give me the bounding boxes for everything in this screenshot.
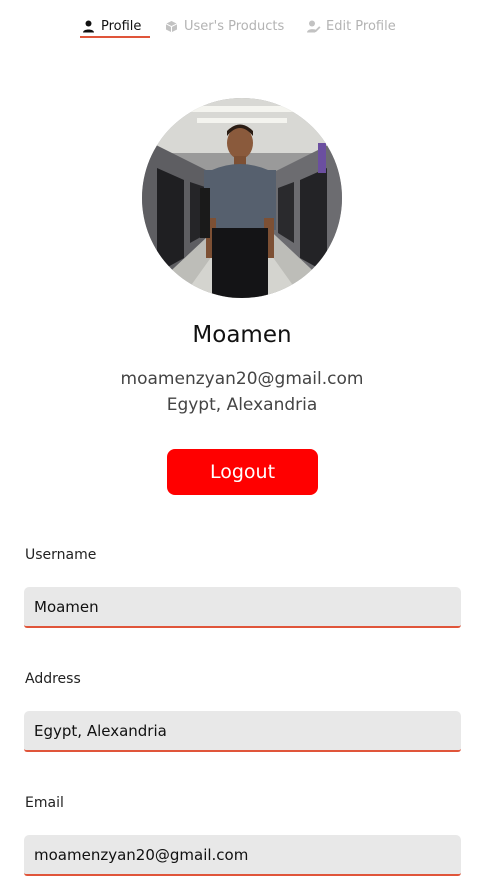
profile-email: moamenzyan20@gmail.com xyxy=(120,369,364,389)
logout-button[interactable]: Logout xyxy=(167,449,318,495)
tab-users-products[interactable]: User's Products xyxy=(165,14,290,38)
tab-users-products-label: User's Products xyxy=(184,18,285,34)
tab-edit-profile[interactable]: Edit Profile xyxy=(307,14,407,38)
profile-name: Moamen xyxy=(192,322,292,348)
user-edit-icon xyxy=(307,20,321,33)
box-icon xyxy=(165,20,178,33)
active-tab-indicator xyxy=(80,36,150,38)
profile-tabs: Profile User's Products Edit Profile xyxy=(0,14,479,40)
address-field[interactable] xyxy=(24,711,461,752)
email-field[interactable] xyxy=(24,835,461,876)
tab-profile[interactable]: Profile xyxy=(82,14,150,38)
username-label: Username xyxy=(25,547,97,563)
tab-edit-profile-label: Edit Profile xyxy=(326,18,396,34)
profile-location: Egypt, Alexandria xyxy=(166,395,318,415)
email-label: Email xyxy=(25,795,64,811)
username-field[interactable] xyxy=(24,587,461,628)
tab-profile-label: Profile xyxy=(101,18,142,34)
user-icon xyxy=(82,20,95,33)
address-label: Address xyxy=(25,671,81,687)
avatar xyxy=(142,98,342,298)
